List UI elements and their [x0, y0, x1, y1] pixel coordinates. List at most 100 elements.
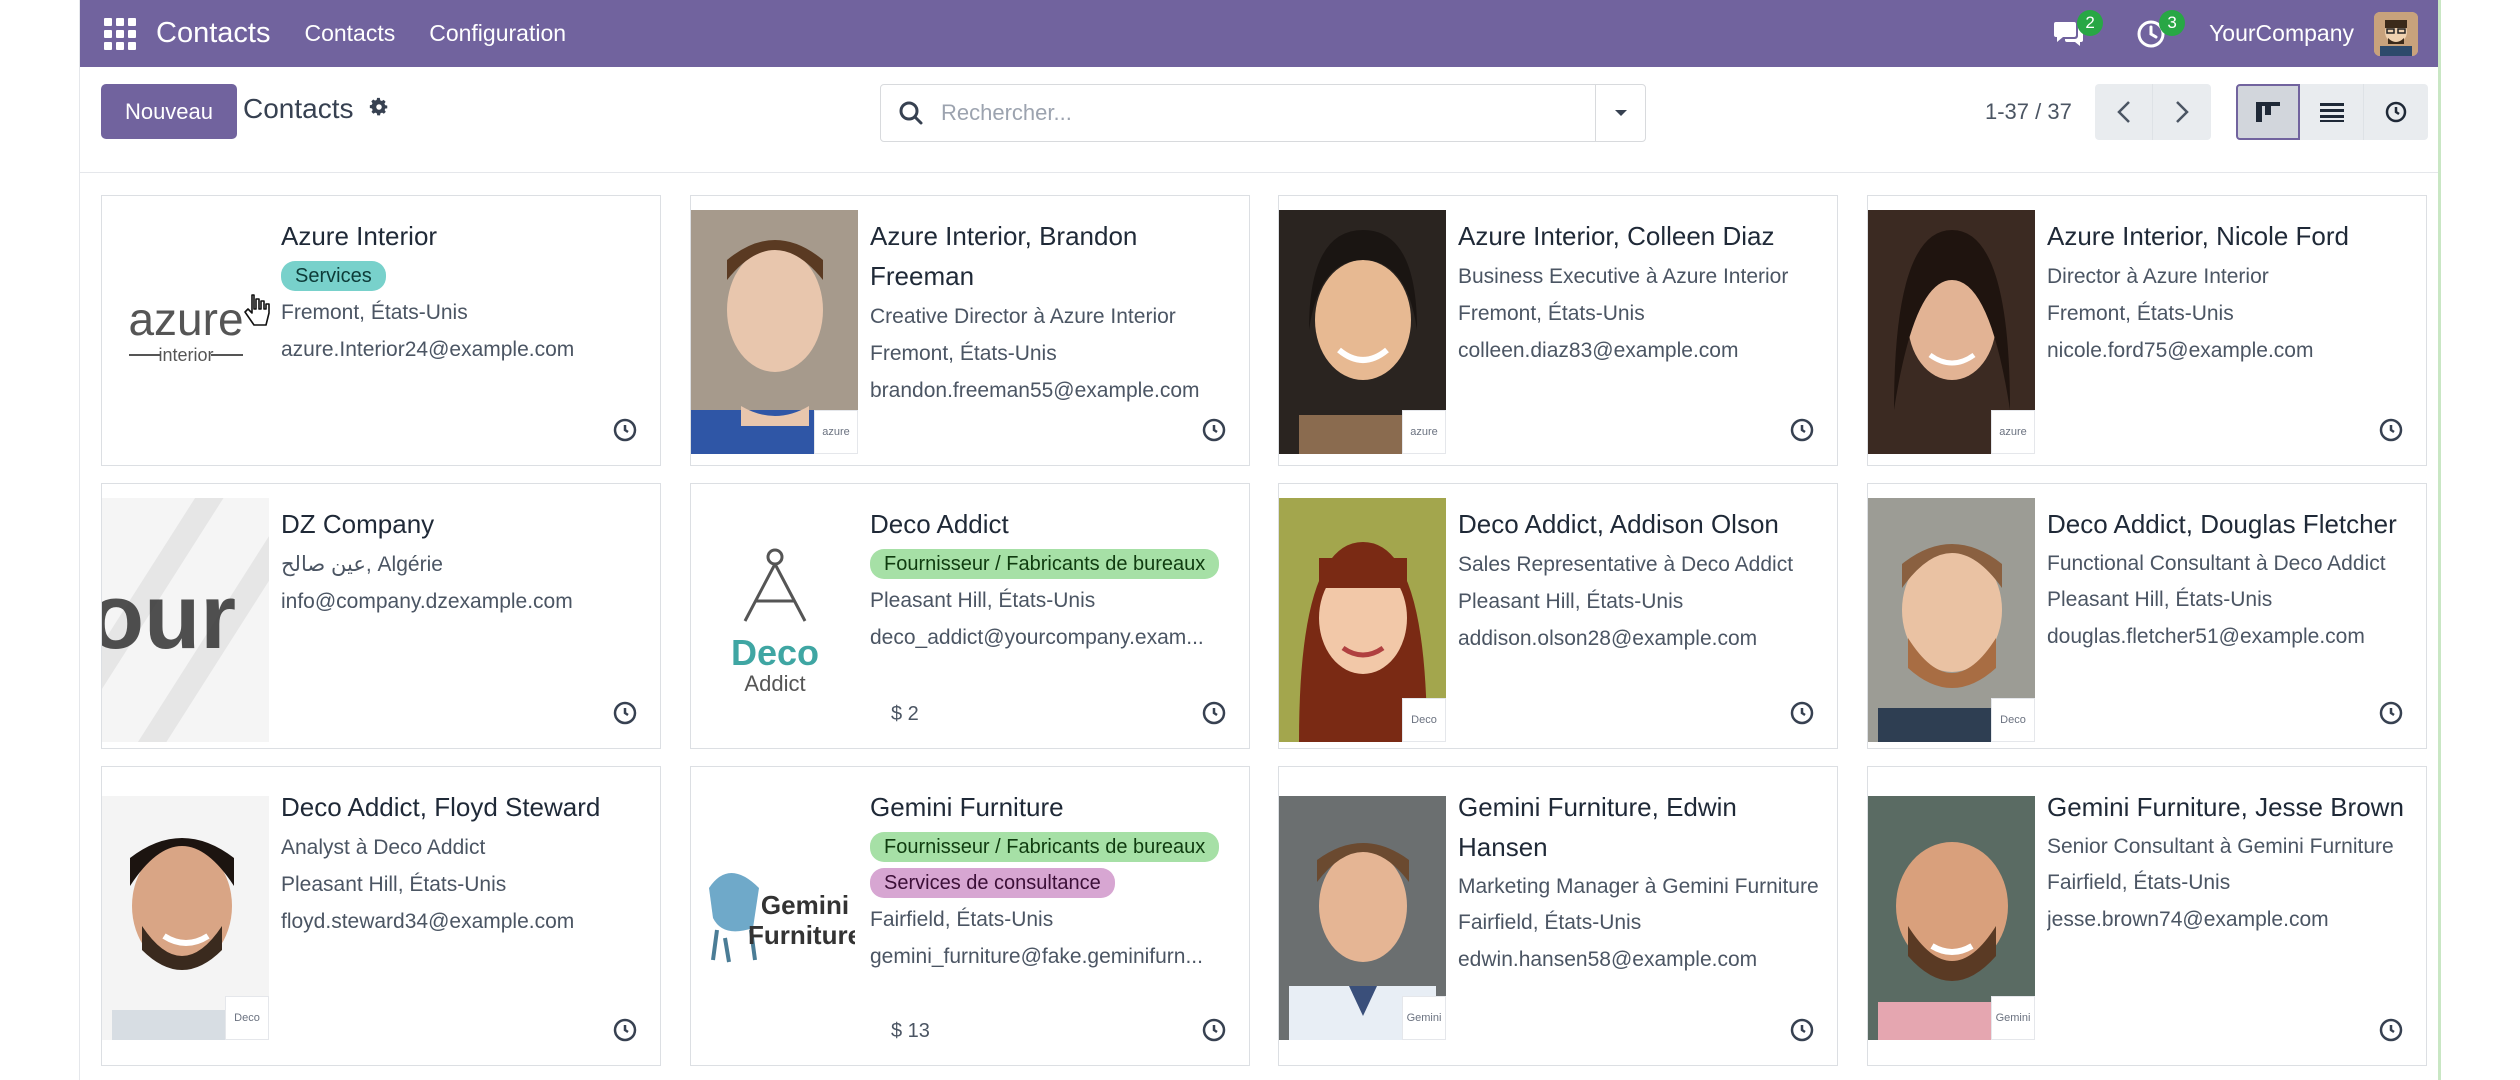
control-panel: Nouveau Contacts 1-37 / 37: [80, 67, 2438, 173]
company-mini-logo: Deco: [1402, 698, 1446, 742]
kanban-view: azure interior Azure Interior Services Fr…: [80, 173, 2438, 1080]
contact-name: Deco Addict, Addison Olson: [1458, 509, 1779, 539]
chevron-left-icon: [2116, 101, 2130, 123]
contact-email: azure.Interior24@example.com: [281, 338, 575, 361]
svg-text:Deco: Deco: [730, 632, 818, 673]
activity-clock-icon[interactable]: [1789, 1017, 1815, 1043]
activity-clock-icon[interactable]: [612, 1017, 638, 1043]
menu-contacts[interactable]: Contacts: [304, 20, 395, 47]
contact-card[interactable]: Gemini Gemini Furniture, Edwin Hansen Ma…: [1278, 766, 1838, 1066]
company-switcher[interactable]: YourCompany: [2209, 20, 2354, 47]
company-mini-logo: azure: [814, 410, 858, 454]
card-body: Deco Addict, Floyd Steward Analyst à Dec…: [281, 787, 650, 940]
activity-clock-icon[interactable]: [1789, 417, 1815, 443]
svg-text:Gemini: Gemini: [760, 890, 848, 920]
company-mini-logo: Deco: [1991, 698, 2035, 742]
contact-card[interactable]: azure Azure Interior, Brandon Freeman Cr…: [690, 195, 1250, 466]
search-input[interactable]: [941, 85, 1595, 141]
contact-email: info@company.dzexample.com: [281, 590, 573, 613]
contact-name: Gemini Furniture: [870, 792, 1064, 822]
activity-clock-icon[interactable]: [612, 700, 638, 726]
contact-email: gemini_furniture@fake.geminifurn...: [870, 945, 1203, 968]
activity-view-button[interactable]: [2364, 84, 2428, 140]
page-title: Contacts: [243, 93, 354, 124]
activity-clock-icon[interactable]: [2378, 700, 2404, 726]
activity-clock-icon[interactable]: [2378, 1017, 2404, 1043]
breadcrumb: Contacts: [243, 93, 390, 125]
contact-location: Fairfield, États-Unis: [1458, 911, 1642, 934]
activity-clock-icon[interactable]: [2378, 417, 2404, 443]
kanban-view-button[interactable]: [2236, 84, 2300, 140]
contact-photo: azure: [1868, 210, 2035, 454]
activities-icon[interactable]: 3: [2131, 9, 2186, 54]
contact-card[interactable]: azure Azure Interior, Colleen Diaz Busin…: [1278, 195, 1838, 466]
contact-email: brandon.freeman55@example.com: [870, 379, 1200, 402]
contact-function: Functional Consultant à Deco Addict: [2047, 552, 2386, 575]
app-brand[interactable]: Contacts: [156, 17, 270, 50]
contact-location: Fremont, États-Unis: [281, 301, 468, 324]
card-body: DZ Company عين صالح, Algérie info@compan…: [281, 504, 650, 620]
contact-card[interactable]: Deco Deco Addict, Floyd Steward Analyst …: [101, 766, 661, 1066]
activity-icon: [2385, 101, 2407, 123]
contact-location: Fremont, États-Unis: [2047, 302, 2234, 325]
contact-name: Azure Interior, Brandon Freeman: [870, 221, 1138, 291]
contact-photo: Gemini: [1868, 796, 2035, 1040]
app-window: Contacts Contacts Configuration 2 3 Your…: [79, 0, 2441, 1080]
gear-icon[interactable]: [368, 93, 390, 125]
tag-badge: Fournisseur / Fabricants de bureaux: [870, 549, 1220, 579]
contact-card[interactable]: Gemini Gemini Furniture, Jesse Brown Sen…: [1867, 766, 2427, 1066]
contact-card[interactable]: Deco Addict Deco Addict Fournisseur / Fab…: [690, 483, 1250, 749]
pager-previous-button[interactable]: [2095, 84, 2153, 140]
tag-badge: Services: [281, 261, 386, 291]
svg-text:Addict: Addict: [744, 671, 805, 696]
contact-card[interactable]: azure interior Azure Interior Services Fr…: [101, 195, 661, 466]
company-mini-logo: Deco: [225, 996, 269, 1040]
contact-function: Business Executive à Azure Interior: [1458, 265, 1789, 288]
contact-email: addison.olson28@example.com: [1458, 627, 1758, 650]
contact-location: Pleasant Hill, États-Unis: [2047, 588, 2273, 611]
mouse-cursor-icon: [244, 294, 270, 326]
contact-card[interactable]: Gemini Furniture Gemini Furniture Fournis…: [690, 766, 1250, 1066]
contact-card[interactable]: Deco Deco Addict, Douglas Fletcher Funct…: [1867, 483, 2427, 749]
contact-card[interactable]: our DZ Company عين صالح, Algérie info@co…: [101, 483, 661, 749]
contact-location: Fairfield, États-Unis: [2047, 871, 2231, 894]
company-logo: azure interior: [102, 210, 269, 454]
pager-buttons: [2095, 84, 2211, 140]
card-body: Gemini Furniture, Jesse Brown Senior Con…: [2047, 787, 2416, 938]
svg-text:azure: azure: [128, 293, 243, 345]
contact-card[interactable]: azure Azure Interior, Nicole Ford Direct…: [1867, 195, 2427, 466]
contact-name: Deco Addict, Floyd Steward: [281, 792, 601, 822]
menu-configuration[interactable]: Configuration: [429, 20, 566, 47]
contact-location: عين صالح, Algérie: [281, 553, 443, 576]
activity-clock-icon[interactable]: [1201, 1017, 1227, 1043]
contact-name: Azure Interior, Colleen Diaz: [1458, 221, 1775, 251]
company-logo: our: [102, 498, 269, 742]
activity-clock-icon[interactable]: [1201, 700, 1227, 726]
apps-menu-icon[interactable]: [100, 14, 140, 54]
contact-card[interactable]: Deco Deco Addict, Addison Olson Sales Re…: [1278, 483, 1838, 749]
contact-location: Pleasant Hill, États-Unis: [1458, 590, 1684, 613]
contact-name: Gemini Furniture, Jesse Brown: [2047, 792, 2404, 822]
user-avatar[interactable]: [2374, 11, 2418, 56]
search-options-toggle[interactable]: [1595, 85, 1645, 141]
pager-value[interactable]: 1-37 / 37: [1985, 99, 2072, 125]
navbar-systray: 2 3 YourCompany: [2049, 0, 2438, 67]
pager-next-button[interactable]: [2153, 84, 2211, 140]
card-body: Azure Interior, Brandon Freeman Creative…: [870, 216, 1239, 409]
activity-clock-icon[interactable]: [1789, 700, 1815, 726]
search-bar: [880, 84, 1646, 142]
company-mini-logo: Gemini: [1402, 996, 1446, 1040]
contact-email: colleen.diaz83@example.com: [1458, 339, 1739, 362]
new-button[interactable]: Nouveau: [101, 84, 237, 139]
messages-icon[interactable]: 2: [2049, 9, 2104, 54]
chevron-right-icon: [2176, 101, 2189, 123]
contact-name: Deco Addict: [870, 509, 1009, 539]
activity-clock-icon[interactable]: [612, 417, 638, 443]
activity-clock-icon[interactable]: [1201, 417, 1227, 443]
company-logo: Gemini Furniture: [691, 796, 858, 1040]
list-view-button[interactable]: [2300, 84, 2364, 140]
contact-location: Fairfield, États-Unis: [870, 908, 1054, 931]
company-mini-logo: Gemini: [1991, 996, 2035, 1040]
list-icon: [2319, 103, 2344, 122]
search-icon: [881, 100, 941, 126]
